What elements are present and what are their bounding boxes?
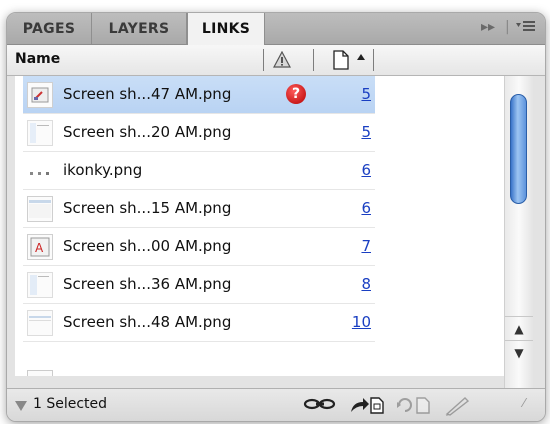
svg-text:A: A [35,241,44,255]
page-link[interactable]: 10 [352,313,371,331]
link-name: Screen sh...36 AM.png [63,275,232,293]
panel-menu-icon[interactable] [516,19,536,37]
thumbnail-icon [27,120,53,146]
page-link[interactable]: 5 [361,85,371,103]
link-name: ikonky.png [63,161,143,179]
list-item[interactable]: Screen sh...20 AM.png 5 [23,114,375,152]
list-empty-area [375,76,504,376]
thumbnail-icon [27,370,53,376]
tab-pages[interactable]: PAGES [7,13,92,44]
list-item[interactable]: Screen sh...48 AM.png 10 [23,304,375,342]
tab-links[interactable]: LINKS [187,13,265,45]
fast-forward-icon[interactable]: ▸▸ [481,19,495,35]
scroll-up-button[interactable]: ▲ [505,316,533,341]
column-divider [263,49,264,71]
thumbnail-icon [27,158,53,184]
missing-link-icon: ? [286,84,306,104]
scrollbar[interactable]: ▲ ▼ [504,76,533,388]
relink-icon[interactable] [303,396,336,414]
column-divider [313,49,314,71]
list-item[interactable]: Screen sh...47 AM.png ? 5 [23,76,375,114]
page-link[interactable]: 6 [361,161,371,179]
thumbnail-icon [27,82,53,108]
edit-original-icon[interactable] [443,396,470,416]
resize-grip-icon[interactable]: ⁄ [523,396,545,414]
links-panel: PAGES LAYERS LINKS ▸▸ | Name Screen sh..… [6,12,546,422]
tab-bar: PAGES LAYERS LINKS ▸▸ | [7,13,545,45]
links-list: Screen sh...47 AM.png ? 5 Screen sh...20… [15,76,504,376]
page-link[interactable]: 6 [361,199,371,217]
list-item[interactable]: A Screen sh...00 AM.png 7 [23,228,375,266]
thumbnail-icon [27,196,53,222]
selection-status: 1 Selected [33,396,108,412]
update-link-icon[interactable] [395,396,430,414]
list-item[interactable]: Screen sh...15 AM.png 6 [23,190,375,228]
list-item[interactable]: Screen sh...36 AM.png 8 [23,266,375,304]
page-link[interactable]: 8 [361,275,371,293]
column-header: Name [7,45,545,76]
list-item[interactable]: ikonky.png 6 [23,152,375,190]
link-name: Screen sh...00 AM.png [63,237,232,255]
warning-triangle-icon[interactable] [273,51,291,69]
scrollbar-thumb[interactable] [510,94,527,204]
scroll-down-button[interactable]: ▼ [505,340,533,365]
page-link[interactable]: 5 [361,123,371,141]
sort-ascending-icon[interactable] [357,54,365,60]
page-link[interactable]: 7 [361,237,371,255]
link-name: Screen sh...47 AM.png [63,85,232,103]
link-name: Screen sh...15 AM.png [63,199,232,217]
thumbnail-icon: A [27,234,53,260]
divider: | [505,19,510,35]
disclosure-triangle-icon[interactable] [15,401,27,411]
thumbnail-icon [27,310,53,336]
link-name: Screen sh...48 AM.png [63,313,232,331]
name-column-header[interactable]: Name [15,51,60,67]
list-item-partial [23,342,375,376]
thumbnail-icon [27,272,53,298]
page-icon[interactable] [333,50,349,70]
link-name: Screen sh...20 AM.png [63,123,232,141]
panel-footer: 1 Selected ⁄ [7,388,545,421]
go-to-link-icon[interactable] [349,396,384,414]
column-divider [373,49,374,71]
tab-layers[interactable]: LAYERS [92,13,187,44]
